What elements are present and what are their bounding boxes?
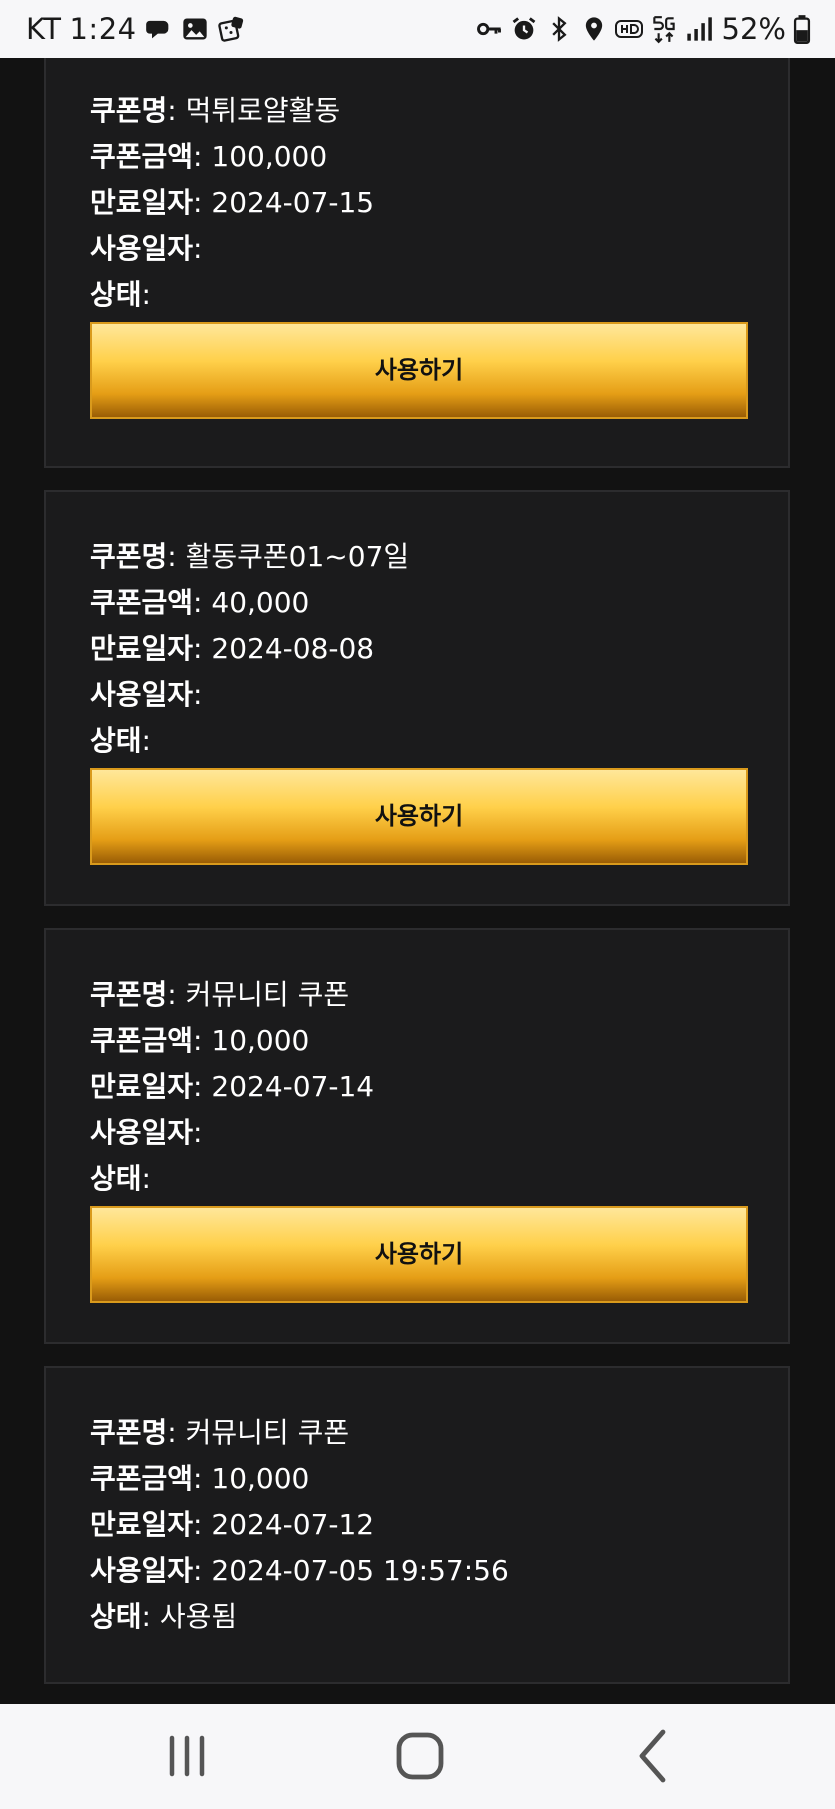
location-icon (580, 14, 608, 44)
coupon-card: 쿠폰명: 커뮤니티 쿠폰 쿠폰금액: 10,000 만료일자: 2024-07-… (44, 1366, 790, 1684)
recent-apps-icon[interactable] (157, 1726, 217, 1786)
status-left: KT 1:24 (26, 12, 245, 46)
alarm-icon (510, 14, 538, 44)
navigation-bar (0, 1704, 835, 1809)
coupon-expiry-value: 2024-07-15 (211, 186, 375, 219)
coupon-name-label: 쿠폰명 (90, 94, 168, 127)
coupon-amount-value: 40,000 (211, 586, 310, 619)
coupon-status-row: 상태: (90, 278, 151, 311)
use-coupon-button[interactable]: 사용하기 (90, 768, 748, 865)
coupon-expiry-value: 2024-07-14 (211, 1070, 375, 1103)
coupon-card: 쿠폰명: 커뮤니티 쿠폰 쿠폰금액: 10,000 만료일자: 2024-07-… (44, 928, 790, 1344)
coupon-status-value: 사용됨 (159, 1600, 238, 1633)
coupon-amount-row: 쿠폰금액: 10,000 (90, 1024, 310, 1057)
signal-icon (685, 14, 713, 44)
gallery-icon (181, 14, 209, 44)
coupon-status-label: 상태 (90, 278, 142, 311)
coupon-used-date-row: 사용일자: (90, 678, 203, 711)
coupon-name-label: 쿠폰명 (90, 1416, 168, 1449)
coupon-status-label: 상태 (90, 1600, 142, 1633)
coupon-amount-value: 100,000 (211, 140, 328, 173)
status-bar: KT 1:24 52% (0, 0, 835, 58)
home-icon[interactable] (390, 1726, 450, 1786)
use-coupon-button[interactable]: 사용하기 (90, 1206, 748, 1303)
coupon-amount-label: 쿠폰금액 (90, 586, 194, 619)
coupon-expiry-row: 만료일자: 2024-07-12 (90, 1508, 375, 1541)
status-right: 52% (475, 12, 811, 46)
coupon-expiry-value: 2024-07-12 (211, 1508, 375, 1541)
coupon-expiry-label: 만료일자 (90, 1508, 194, 1541)
coupon-status-label: 상태 (90, 724, 142, 757)
coupon-used-date-row: 사용일자: (90, 1116, 203, 1149)
battery-icon (793, 14, 811, 44)
coupon-used-date-label: 사용일자 (90, 678, 194, 711)
coupon-expiry-value: 2024-08-08 (211, 632, 375, 665)
coupon-used-date-value: 2024-07-05 19:57:56 (211, 1554, 509, 1587)
coupon-amount-row: 쿠폰금액: 40,000 (90, 586, 310, 619)
coupon-name-value: 커뮤니티 쿠폰 (185, 1416, 350, 1449)
5g-icon (650, 14, 678, 44)
coupon-used-date-label: 사용일자 (90, 1116, 194, 1149)
coupon-name-value: 활동쿠폰01~07일 (185, 540, 410, 573)
coupon-expiry-label: 만료일자 (90, 186, 194, 219)
coupon-amount-row: 쿠폰금액: 100,000 (90, 140, 328, 173)
coupon-expiry-row: 만료일자: 2024-07-15 (90, 186, 375, 219)
clock: 1:24 (69, 12, 137, 46)
hd-icon (614, 14, 643, 44)
coupon-used-date-row: 사용일자: 2024-07-05 19:57:56 (90, 1554, 509, 1587)
coupon-used-date-row: 사용일자: (90, 232, 203, 265)
coupon-name-row: 쿠폰명: 활동쿠폰01~07일 (90, 540, 410, 573)
battery-percentage: 52% (721, 12, 786, 46)
coupon-status-row: 상태: (90, 1162, 151, 1195)
coupon-expiry-label: 만료일자 (90, 632, 194, 665)
coupon-name-row: 쿠폰명: 커뮤니티 쿠폰 (90, 1416, 350, 1449)
coupon-status-row: 상태: 사용됨 (90, 1600, 238, 1633)
coupon-card: 쿠폰명: 활동쿠폰01~07일 쿠폰금액: 40,000 만료일자: 2024-… (44, 490, 790, 906)
coupon-status-row: 상태: (90, 724, 151, 757)
coupon-name-value: 먹튀로얄활동 (185, 94, 341, 127)
coupon-list[interactable]: 쿠폰명: 먹튀로얄활동 쿠폰금액: 100,000 만료일자: 2024-07-… (0, 58, 835, 1704)
coupon-card: 쿠폰명: 먹튀로얄활동 쿠폰금액: 100,000 만료일자: 2024-07-… (44, 58, 790, 468)
coupon-name-row: 쿠폰명: 커뮤니티 쿠폰 (90, 978, 350, 1011)
coupon-amount-label: 쿠폰금액 (90, 1462, 194, 1495)
coupon-amount-label: 쿠폰금액 (90, 1024, 194, 1057)
coupon-used-date-label: 사용일자 (90, 232, 194, 265)
coupon-expiry-label: 만료일자 (90, 1070, 194, 1103)
coupon-amount-value: 10,000 (211, 1462, 310, 1495)
coupon-name-label: 쿠폰명 (90, 978, 168, 1011)
use-coupon-button[interactable]: 사용하기 (90, 322, 748, 419)
coupon-name-row: 쿠폰명: 먹튀로얄활동 (90, 94, 341, 127)
dice-app-icon (217, 14, 245, 44)
coupon-status-label: 상태 (90, 1162, 142, 1195)
coupon-amount-row: 쿠폰금액: 10,000 (90, 1462, 310, 1495)
coupon-amount-label: 쿠폰금액 (90, 140, 194, 173)
back-icon[interactable] (624, 1726, 684, 1786)
bluetooth-icon (545, 14, 573, 44)
coupon-name-label: 쿠폰명 (90, 540, 168, 573)
carrier-label: KT (26, 12, 62, 46)
coupon-used-date-label: 사용일자 (90, 1554, 194, 1587)
coupon-expiry-row: 만료일자: 2024-08-08 (90, 632, 375, 665)
chat-bubble-icon (145, 14, 173, 44)
key-icon (475, 14, 503, 44)
coupon-expiry-row: 만료일자: 2024-07-14 (90, 1070, 375, 1103)
coupon-amount-value: 10,000 (211, 1024, 310, 1057)
coupon-name-value: 커뮤니티 쿠폰 (185, 978, 350, 1011)
